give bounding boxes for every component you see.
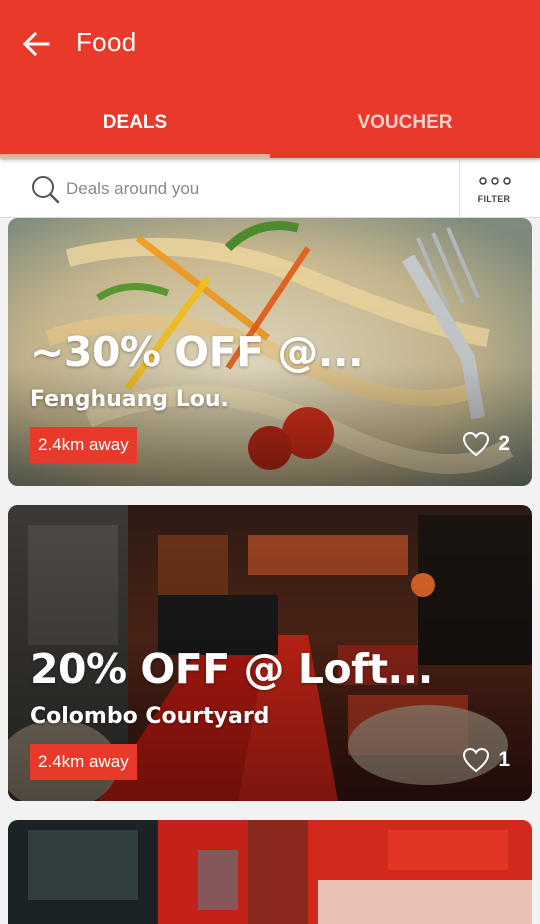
tab-bar: DEALS VOUCHER <box>0 94 540 158</box>
like-count: 2 <box>498 432 510 455</box>
like-count: 1 <box>498 748 510 771</box>
deal-card[interactable]: ~30% OFF @... Fenghuang Lou. 2.4km away … <box>8 218 532 486</box>
filter-label: FILTER <box>477 194 511 204</box>
tab-voucher-label: VOUCHER <box>357 112 453 133</box>
search-bar: FILTER <box>0 160 540 218</box>
deal-headline: 20% OFF @ Loft... <box>30 645 433 693</box>
search-input[interactable] <box>66 172 446 206</box>
tab-indicator <box>0 154 270 158</box>
arrow-left-icon <box>22 31 50 57</box>
filter-button[interactable]: FILTER <box>459 160 540 218</box>
deal-headline: ~30% OFF @... <box>30 328 364 376</box>
tab-voucher[interactable]: VOUCHER <box>270 94 540 158</box>
distance-badge: 2.4km away <box>30 744 137 780</box>
deal-image <box>8 820 532 924</box>
distance-badge: 2.4km away <box>30 427 137 463</box>
search-icon <box>32 176 60 204</box>
tab-deals-label: DEALS <box>102 112 168 133</box>
deal-place: Colombo Courtyard <box>30 704 270 729</box>
tab-deals[interactable]: DEALS <box>0 94 270 158</box>
heart-icon <box>463 747 490 773</box>
like-button[interactable]: 1 <box>462 745 510 775</box>
heart-icon <box>463 431 490 457</box>
app-bar: Food DEALS VOUCHER <box>0 0 540 158</box>
page-title: Food <box>76 27 137 57</box>
like-button[interactable]: 2 <box>462 429 510 459</box>
deal-card[interactable] <box>8 820 532 924</box>
deal-place: Fenghuang Lou. <box>30 387 229 412</box>
back-button[interactable] <box>18 26 54 62</box>
deal-card[interactable]: 20% OFF @ Loft... Colombo Courtyard 2.4k… <box>8 505 532 801</box>
more-dots-icon <box>479 177 511 185</box>
